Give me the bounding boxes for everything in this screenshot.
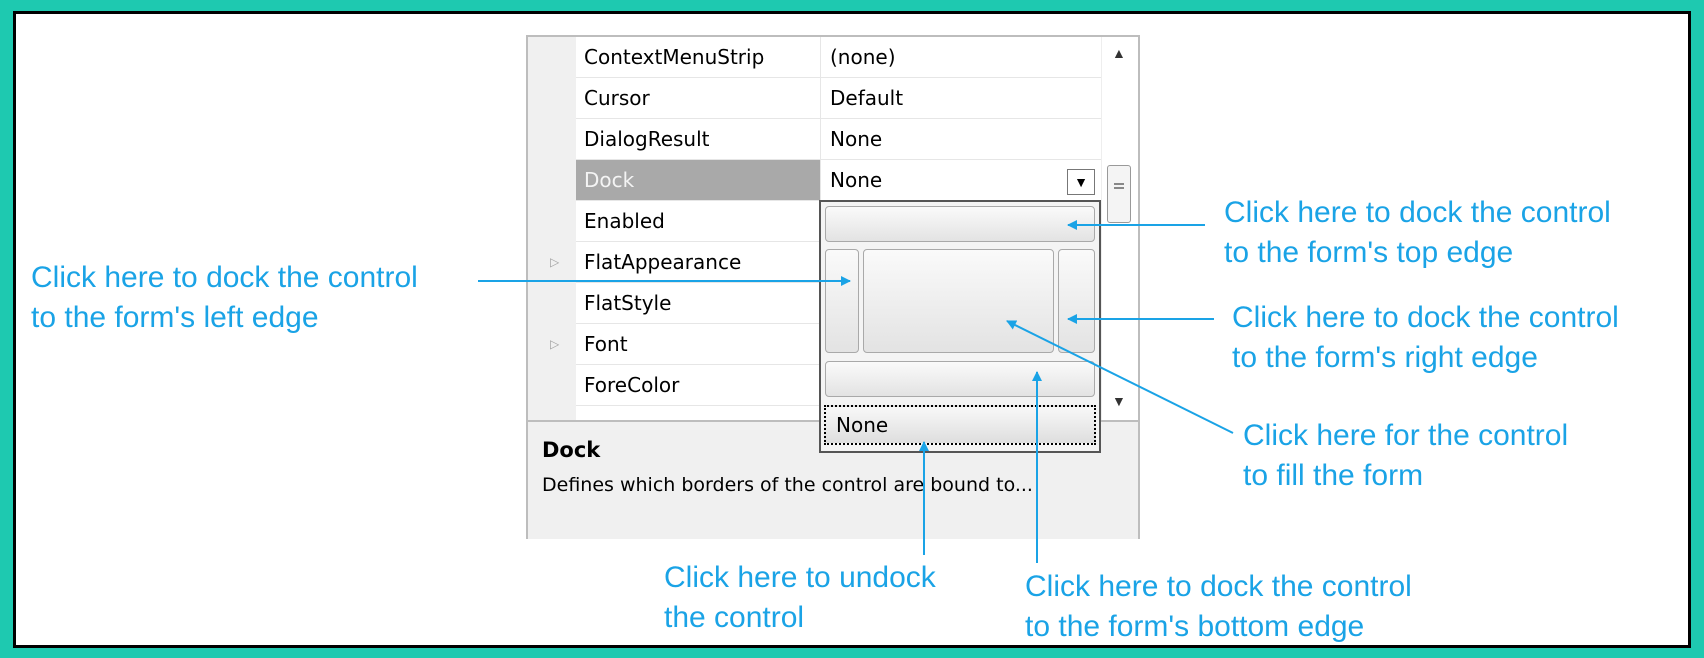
callout-bottom: Click here to dock the control to the fo… [1025,567,1412,647]
callout-bottom-line1: Click here to dock the control [1025,570,1412,603]
callout-fill-line1: Click here for the control [1243,419,1569,452]
callout-fill: Click here for the control to fill the f… [1243,416,1568,496]
callout-right-line2: to the form's right edge [1232,341,1538,374]
callout-top-line1: Click here to dock the control [1224,196,1611,229]
callout-left-line1: Click here to dock the control [31,261,418,294]
fill-callout-line [1006,320,1234,434]
callout-right: Click here to dock the control to the fo… [1232,298,1619,378]
callout-fill-line2: to fill the form [1243,459,1424,492]
callout-top: Click here to dock the control to the fo… [1224,193,1611,273]
callout-bottom-line2: to the form's bottom edge [1025,610,1365,643]
callout-undock-line1: Click here to undock [664,561,936,594]
callout-undock-line2: the control [664,601,805,634]
callout-left-line2: to the form's left edge [31,301,319,334]
callout-right-line1: Click here to dock the control [1232,301,1619,334]
callout-left: Click here to dock the control to the fo… [31,258,418,338]
callout-undock: Click here to undock the control [664,558,936,638]
callout-top-line2: to the form's top edge [1224,236,1514,269]
